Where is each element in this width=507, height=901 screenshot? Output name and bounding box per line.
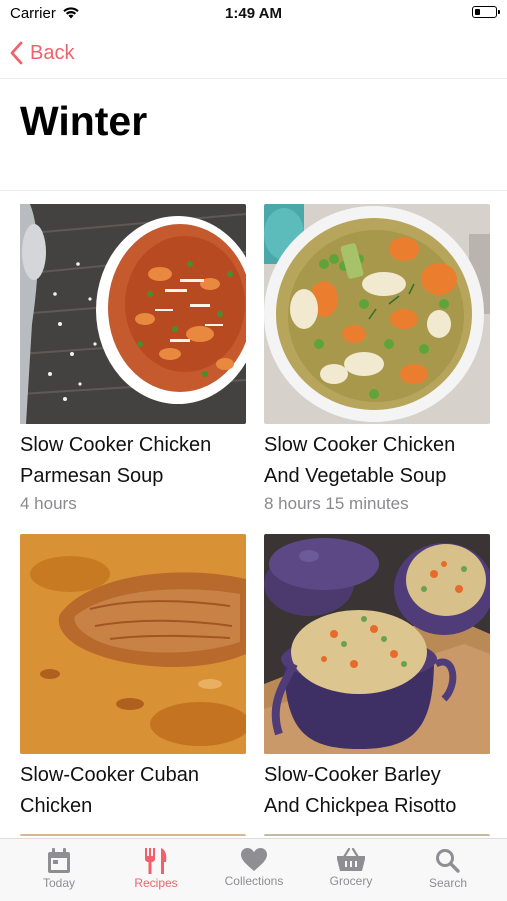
basket-icon [337, 848, 365, 871]
tab-label: Today [42, 876, 76, 890]
recipe-title: Slow Cooker Chicken Parmesan Soup [20, 430, 246, 492]
fork-knife-icon [145, 848, 167, 874]
tab-today[interactable]: Today [10, 839, 108, 901]
recipe-image [264, 204, 490, 424]
page-title: Winter [20, 98, 148, 144]
navigation-bar: Back [0, 28, 507, 79]
recipe-image [20, 534, 246, 754]
recipe-card-partial[interactable] [20, 834, 246, 836]
heart-icon [241, 848, 267, 871]
recipe-title: Slow-Cooker Cuban Chicken [20, 760, 246, 822]
recipe-image [264, 534, 490, 754]
recipe-time: 8 hours 15 minutes [264, 494, 409, 513]
tab-label: Recipes [134, 876, 178, 890]
back-button[interactable]: Back [10, 38, 74, 68]
recipe-card[interactable]: Slow-Cooker Cuban Chicken [20, 534, 246, 822]
chevron-left-icon [10, 41, 23, 65]
recipe-card[interactable]: Slow Cooker Chicken Parmesan Soup 4 hour… [20, 204, 246, 516]
status-time: 1:49 AM [225, 5, 282, 22]
recipe-card-partial[interactable] [264, 834, 490, 836]
calendar-icon [48, 848, 70, 873]
recipe-title-line: And Chickpea Risotto [264, 795, 457, 817]
status-bar: Carrier 1:49 AM [0, 0, 507, 28]
tab-recipes[interactable]: Recipes [107, 839, 205, 901]
recipe-title-line: Slow-Cooker Cuban [20, 764, 199, 786]
recipe-title-line: Slow Cooker Chicken [20, 434, 212, 456]
recipe-image [20, 204, 246, 424]
recipe-title-line: And Vegetable Soup [264, 465, 447, 487]
recipe-card[interactable]: Slow-Cooker Barley And Chickpea Risotto [264, 534, 490, 822]
title-divider [0, 190, 507, 191]
tab-label: Collections [224, 874, 284, 888]
recipe-title-line: Chicken [20, 795, 93, 817]
recipe-grid: Slow Cooker Chicken Parmesan Soup 4 hour… [20, 204, 490, 836]
search-icon [436, 849, 460, 873]
tab-search[interactable]: Search [399, 839, 497, 901]
tab-label: Grocery [329, 874, 373, 888]
back-label: Back [30, 41, 75, 64]
recipe-title: Slow-Cooker Barley And Chickpea Risotto [264, 760, 490, 822]
recipe-title-line: Slow-Cooker Barley [264, 764, 441, 786]
tab-label: Search [428, 876, 468, 890]
recipe-card[interactable]: Slow Cooker Chicken And Vegetable Soup 8… [264, 204, 490, 516]
battery-icon [472, 6, 500, 18]
tab-bar: Today Recipes Collections Grocery Search [0, 838, 507, 901]
recipe-title-line: Parmesan Soup [20, 465, 164, 487]
recipe-title: Slow Cooker Chicken And Vegetable Soup [264, 430, 490, 492]
tab-grocery[interactable]: Grocery [302, 839, 400, 901]
recipe-time: 4 hours [20, 494, 77, 513]
tab-collections[interactable]: Collections [205, 839, 303, 901]
recipe-title-line: Slow Cooker Chicken [264, 434, 456, 456]
